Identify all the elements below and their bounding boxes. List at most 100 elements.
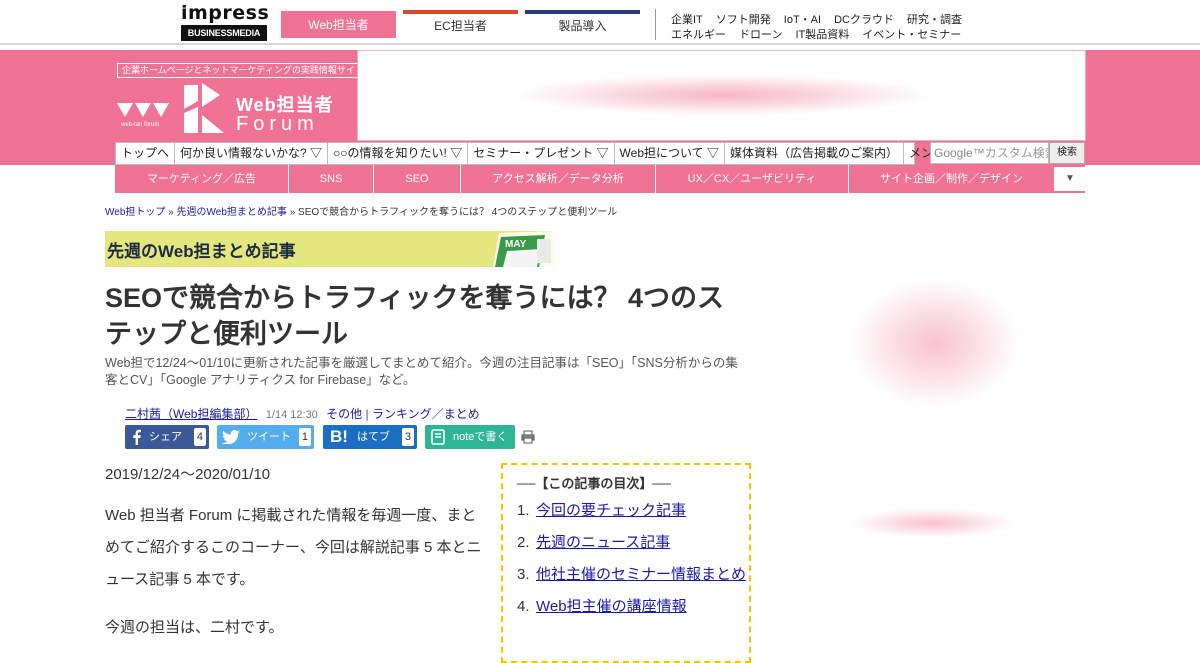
- cat-item-site-design[interactable]: サイト企画／制作／デザイン: [849, 165, 1054, 193]
- network-link[interactable]: IT製品資料: [795, 29, 849, 41]
- network-link[interactable]: ドローン: [739, 29, 782, 41]
- category-separator: |: [365, 407, 369, 421]
- nav-item-about[interactable]: Web担について ▽: [615, 143, 725, 164]
- calendar-month: MAY: [505, 239, 527, 250]
- cat-more-dropdown[interactable]: ▼: [1054, 167, 1085, 191]
- search-input[interactable]: Google™カスタム検索: [930, 142, 1049, 164]
- toc-number: 1.: [517, 502, 530, 519]
- network-link[interactable]: イベント・セミナー: [862, 29, 961, 41]
- article-paragraph: Web 担当者 Forum に掲載された情報を毎週一度、まとめてご紹介するこのコ…: [105, 507, 482, 588]
- cat-item-ux[interactable]: UX／CX／ユーザビリティ: [656, 165, 849, 193]
- article-byline: 二村茜（Web担編集部） 1/14 12:30 その他 | ランキング／まとめ: [125, 405, 480, 422]
- article-title: SEOで競合からトラフィックを奪うには？ 4つのステップと便利ツール: [105, 283, 724, 349]
- divider: [655, 9, 656, 40]
- facebook-share-count: 4: [193, 428, 206, 446]
- facebook-share-label: シェア: [149, 431, 182, 443]
- header-ad-banner[interactable]: [357, 50, 1086, 141]
- cat-item-seo[interactable]: SEO: [374, 165, 461, 193]
- note-share-label: noteで書く: [453, 431, 508, 443]
- category-nav: マーケティング／広告 SNS SEO アクセス解析／データ分析 UX／CX／ユー…: [115, 165, 1085, 193]
- impress-logo[interactable]: impress BUSINESSMEDIA: [181, 2, 270, 41]
- network-link[interactable]: 研究・調査: [907, 14, 962, 26]
- toc-link[interactable]: 他社主催のセミナー情報まとめ: [536, 566, 746, 583]
- toc-item: 4. Web担主催の講座情報: [517, 591, 749, 623]
- site-tab-ec-tantousha[interactable]: EC担当者: [403, 10, 518, 38]
- print-icon[interactable]: [521, 430, 535, 444]
- toc-link[interactable]: 今回の要チェック記事: [536, 502, 686, 519]
- site-tab-seihin-dounyu[interactable]: 製品導入: [525, 10, 640, 38]
- twitter-share-label: ツイート: [247, 431, 291, 443]
- breadcrumb-section[interactable]: 先週のWeb担まとめ記事: [177, 207, 287, 218]
- toc-item: 1. 今回の要チェック記事: [517, 495, 749, 527]
- toc-link[interactable]: 先週のニュース記事: [536, 534, 670, 551]
- logo-text-small: web-tan forum: [121, 122, 160, 128]
- site-tagline: 企業ホームページとネットマーケティングの実践情報サイト: [117, 63, 369, 78]
- nav-item-top[interactable]: トップへ: [116, 143, 176, 164]
- network-links-row-1: 企業IT ソフト開発 IoT・AI DCクラウド 研究・調査: [671, 11, 975, 27]
- logo-text-forum: Forum: [236, 113, 319, 135]
- twitter-icon: [222, 430, 240, 444]
- twitter-share-count: 1: [298, 428, 311, 446]
- cat-item-analytics[interactable]: アクセス解析／データ分析: [461, 165, 656, 193]
- breadcrumb-sep: »: [289, 207, 296, 218]
- category-link-ranking[interactable]: ランキング／まとめ: [372, 407, 480, 421]
- web-tan-logo[interactable]: 企業ホームページとネットマーケティングの実践情報サイト Web担当者 Forum…: [115, 59, 369, 142]
- toc-number: 4.: [517, 598, 530, 615]
- hatena-bookmark-button[interactable]: B! はてブ 3: [323, 425, 417, 449]
- article-date-range: 2019/12/24～2020/01/10: [105, 466, 271, 483]
- nav-item-seminar[interactable]: セミナー・プレゼント ▽: [468, 143, 615, 164]
- note-icon: [431, 429, 445, 445]
- breadcrumb: Web担トップ » 先週のWeb担まとめ記事 » SEOで競合からトラフィックを…: [105, 203, 617, 218]
- search-button[interactable]: 検索: [1049, 142, 1085, 164]
- network-link[interactable]: ソフト開発: [716, 14, 771, 26]
- toc-list: 1. 今回の要チェック記事 2. 先週のニュース記事 3. 他社主催のセミナー情報まと…: [517, 495, 749, 623]
- toc-number: 3.: [517, 566, 530, 583]
- nav-item-good-info[interactable]: 何か良い情報ないかな? ▽: [175, 143, 329, 164]
- twitter-share-button[interactable]: ツイート 1: [217, 425, 314, 449]
- toc-link[interactable]: Web担主催の講座情報: [536, 598, 687, 615]
- category-link-other[interactable]: その他: [326, 407, 362, 421]
- nav-item-media-kit[interactable]: 媒体資料（広告掲載のご案内）: [725, 143, 904, 164]
- global-header: impress BUSINESSMEDIA Web担当者 EC担当者 製品導入 …: [0, 0, 1200, 45]
- impress-logo-word: impress: [181, 2, 270, 24]
- ad-image: [518, 75, 928, 115]
- network-link[interactable]: 企業IT: [671, 14, 703, 26]
- table-of-contents: ──【この記事の目次】── 1. 今回の要チェック記事 2. 先週のニュース記事 3…: [501, 463, 751, 663]
- network-link[interactable]: IoT・AI: [784, 14, 821, 26]
- hatena-icon: B!: [330, 427, 348, 446]
- sidebar-ad[interactable]: [850, 278, 1020, 408]
- cat-item-marketing[interactable]: マーケティング／広告: [115, 165, 289, 193]
- network-link[interactable]: DCクラウド: [834, 14, 894, 26]
- breadcrumb-home[interactable]: Web担トップ: [105, 207, 165, 218]
- hatena-share-label: はてブ: [357, 431, 390, 443]
- sidebar-ad[interactable]: [850, 508, 1015, 538]
- toc-item: 3. 他社主催のセミナー情報まとめ: [517, 559, 749, 591]
- network-link[interactable]: エネルギー: [671, 29, 726, 41]
- author-link[interactable]: 二村茜（Web担編集部）: [125, 407, 257, 421]
- search-brand: Google™: [934, 146, 985, 160]
- main-nav: トップへ 何か良い情報ないかな? ▽ ○○の情報を知りたい! ▽ セミナー・プレ…: [115, 142, 979, 165]
- impress-logo-sub: BUSINESSMEDIA: [181, 25, 267, 41]
- cat-item-sns[interactable]: SNS: [289, 165, 374, 193]
- calendar-icon: MAY: [493, 231, 555, 267]
- toc-number: 2.: [517, 534, 530, 551]
- network-links-row-2: エネルギー ドローン IT製品資料 イベント・セミナー: [671, 26, 974, 42]
- article-lead: Web担で12/24～01/10に更新された記事を厳選してまとめて紹介。今週の注…: [105, 356, 738, 387]
- search-placeholder: カスタム検索: [984, 146, 1048, 160]
- breadcrumb-current: SEOで競合からトラフィックを奪うには？ 4つのステップと便利ツール: [298, 207, 618, 218]
- hatena-share-count: 3: [401, 428, 414, 446]
- facebook-icon: [133, 429, 141, 445]
- breadcrumb-sep: »: [168, 207, 174, 218]
- toc-item: 2. 先週のニュース記事: [517, 527, 749, 559]
- article-paragraph: 今週の担当は、二村です。: [105, 619, 284, 636]
- nav-item-want-info[interactable]: ○○の情報を知りたい! ▽: [328, 143, 469, 164]
- section-banner[interactable]: 先週のWeb担まとめ記事 MAY: [105, 231, 555, 267]
- web-tan-logo-mark-icon: [117, 103, 169, 117]
- facebook-share-button[interactable]: シェア 4: [125, 425, 209, 449]
- note-share-button[interactable]: noteで書く: [425, 425, 515, 449]
- web-tan-logo-k-icon: [184, 83, 224, 133]
- toc-title: ──【この記事の目次】──: [517, 476, 671, 491]
- section-title: 先週のWeb担まとめ記事: [107, 242, 296, 261]
- publish-date: 1/14 12:30: [265, 409, 318, 421]
- site-tab-web-tantousha[interactable]: Web担当者: [281, 11, 396, 38]
